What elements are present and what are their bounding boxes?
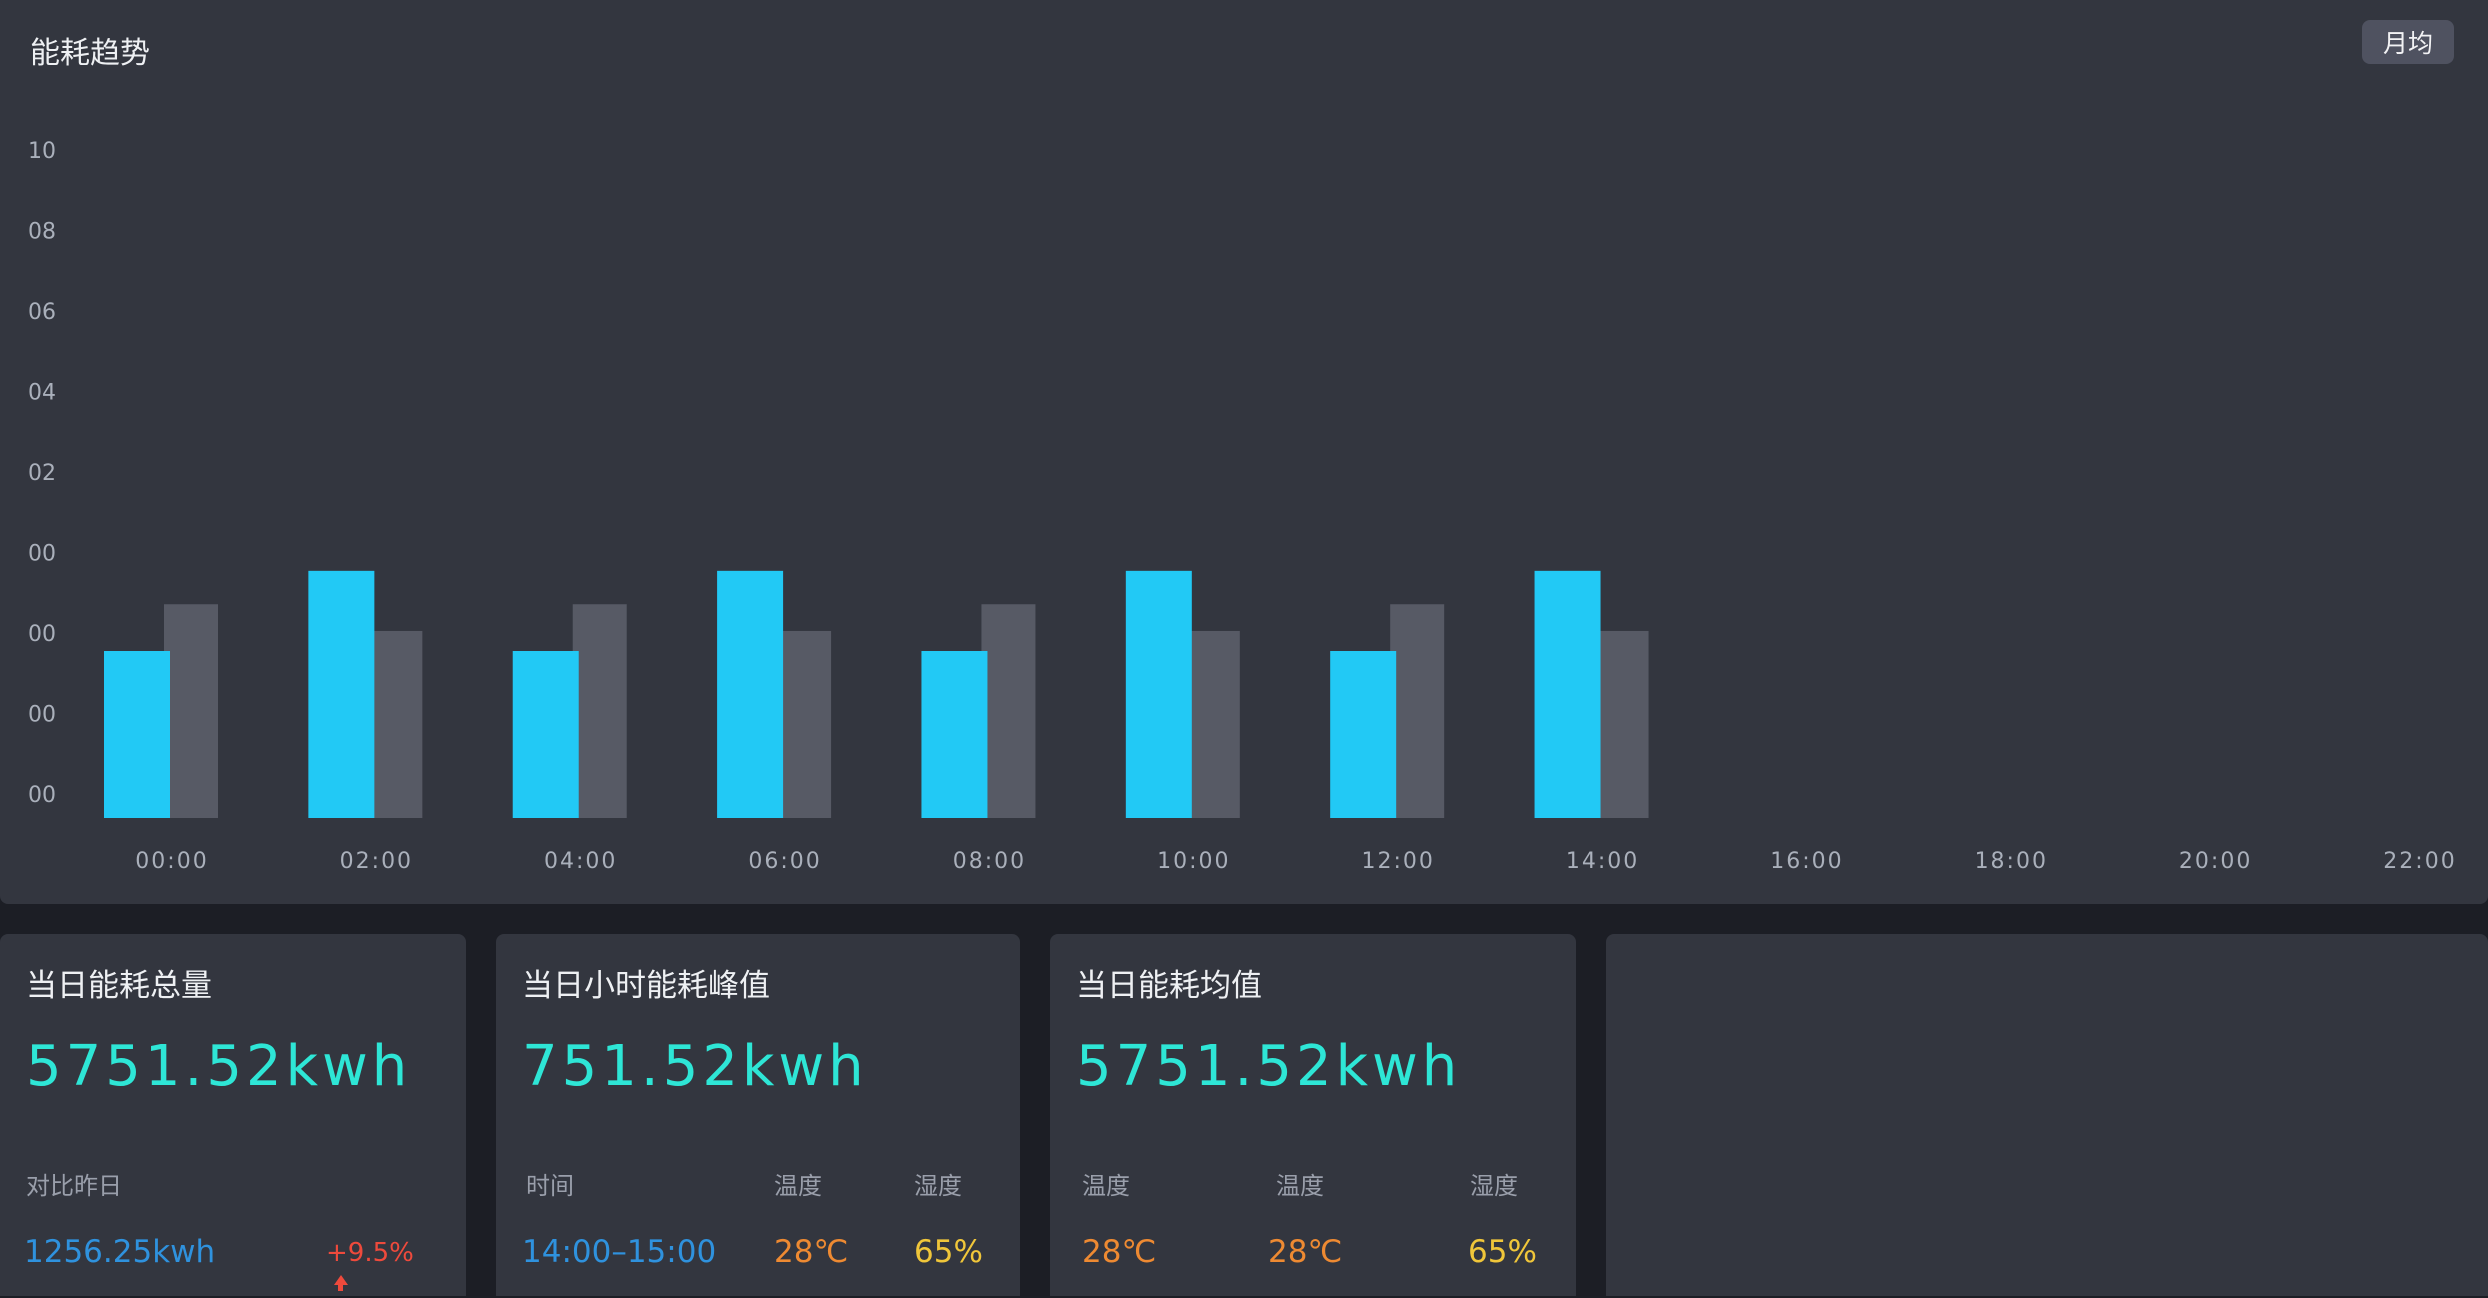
bar-series-1[interactable] xyxy=(104,651,170,818)
arrow-up-icon-stem xyxy=(338,1284,343,1291)
temperature-label: 温度 xyxy=(1082,1172,1130,1200)
time-label: 时间 xyxy=(526,1172,574,1200)
bar-series-2[interactable] xyxy=(1185,630,1240,818)
chart-panel: 能耗趋势 月均 10 08 06 04 02 00 00 00 00 00:00 02:00 04:0… xyxy=(0,0,2488,904)
daily-total-value: 5751.52kwh xyxy=(26,1034,412,1099)
x-tick-label: 18:00 xyxy=(1975,849,2048,874)
x-tick-label: 22:00 xyxy=(2383,849,2456,874)
daily-average-value: 5751.52kwh xyxy=(1076,1034,1462,1099)
bar-series-1[interactable] xyxy=(1125,570,1192,818)
y-tick-label: 00 xyxy=(28,622,56,647)
y-tick-label: 06 xyxy=(28,300,56,325)
daily-average-card: 当日能耗均值 5751.52kwh 温度 温度 湿度 28℃ 28℃ 65% xyxy=(1050,934,1576,1296)
bar-series-1[interactable] xyxy=(512,651,579,818)
x-tick-label: 06:00 xyxy=(748,849,821,874)
x-tick-label: 08:00 xyxy=(953,849,1026,874)
x-tick-label: 10:00 xyxy=(1157,849,1230,874)
x-tick-label: 00:00 xyxy=(135,849,208,874)
bar-series-2[interactable] xyxy=(1594,630,1649,818)
x-tick-label: 20:00 xyxy=(2179,849,2252,874)
humidity-label: 湿度 xyxy=(1470,1172,1518,1200)
y-tick-label: 10 xyxy=(28,139,56,164)
card-title: 当日能耗均值 xyxy=(1076,968,1262,1004)
bar-series-1[interactable] xyxy=(1534,570,1601,818)
bar-series-2[interactable] xyxy=(1390,604,1445,818)
x-tick-label: 14:00 xyxy=(1566,849,1639,874)
arrow-up-icon xyxy=(334,1274,348,1285)
bar-series-1[interactable] xyxy=(308,570,375,818)
bar-series-1[interactable] xyxy=(717,570,784,818)
bar-series-2[interactable] xyxy=(164,604,218,818)
humidity-label: 湿度 xyxy=(914,1172,962,1200)
x-tick-label: 16:00 xyxy=(1770,849,1843,874)
x-tick-label: 12:00 xyxy=(1361,849,1434,874)
x-tick-label: 04:00 xyxy=(544,849,617,874)
change-percent: +9.5% xyxy=(326,1238,414,1268)
peak-time-value: 14:00–15:00 xyxy=(522,1234,717,1270)
bar-series-1[interactable] xyxy=(921,651,988,818)
y-tick-label: 02 xyxy=(28,461,56,486)
x-tick-label: 02:00 xyxy=(340,849,413,874)
y-tick-label: 08 xyxy=(28,220,56,245)
humidity-value: 65% xyxy=(914,1234,983,1270)
bar-series-1[interactable] xyxy=(1330,651,1397,818)
energy-bar-chart: 10 08 06 04 02 00 00 00 00 00:00 02:00 04:00 06:00 08… xyxy=(28,139,2456,874)
y-tick-label: 04 xyxy=(28,381,56,406)
temperature-value: 28℃ xyxy=(1082,1234,1157,1270)
hourly-peak-card: 当日小时能耗峰值 751.52kwh 时间 温度 湿度 14:00–15:00 … xyxy=(496,934,1020,1296)
bar-series-2[interactable] xyxy=(777,630,832,818)
y-tick-label: 00 xyxy=(28,542,56,567)
bar-series-2[interactable] xyxy=(368,630,423,818)
humidity-value: 65% xyxy=(1468,1234,1537,1270)
daily-total-card: 当日能耗总量 5751.52kwh 对比昨日 1256.25kwh +9.5% xyxy=(0,934,466,1296)
temperature-label-2: 温度 xyxy=(1276,1172,1324,1200)
bar-series-2[interactable] xyxy=(572,604,627,818)
card-title: 当日小时能耗峰值 xyxy=(522,968,770,1004)
y-tick-label: 00 xyxy=(28,703,56,728)
change-indicator: +9.5% xyxy=(326,1238,431,1298)
temperature-value: 28℃ xyxy=(774,1234,849,1270)
temperature-value-2: 28℃ xyxy=(1268,1234,1343,1270)
bar-series-2[interactable] xyxy=(981,604,1036,818)
card-title: 当日能耗总量 xyxy=(26,968,212,1004)
compare-value: 1256.25kwh xyxy=(24,1234,216,1270)
temperature-label: 温度 xyxy=(774,1172,822,1200)
hourly-peak-value: 751.52kwh xyxy=(522,1034,868,1099)
y-tick-label: 00 xyxy=(28,783,56,808)
empty-card xyxy=(1606,934,2488,1296)
compare-label: 对比昨日 xyxy=(26,1172,122,1200)
